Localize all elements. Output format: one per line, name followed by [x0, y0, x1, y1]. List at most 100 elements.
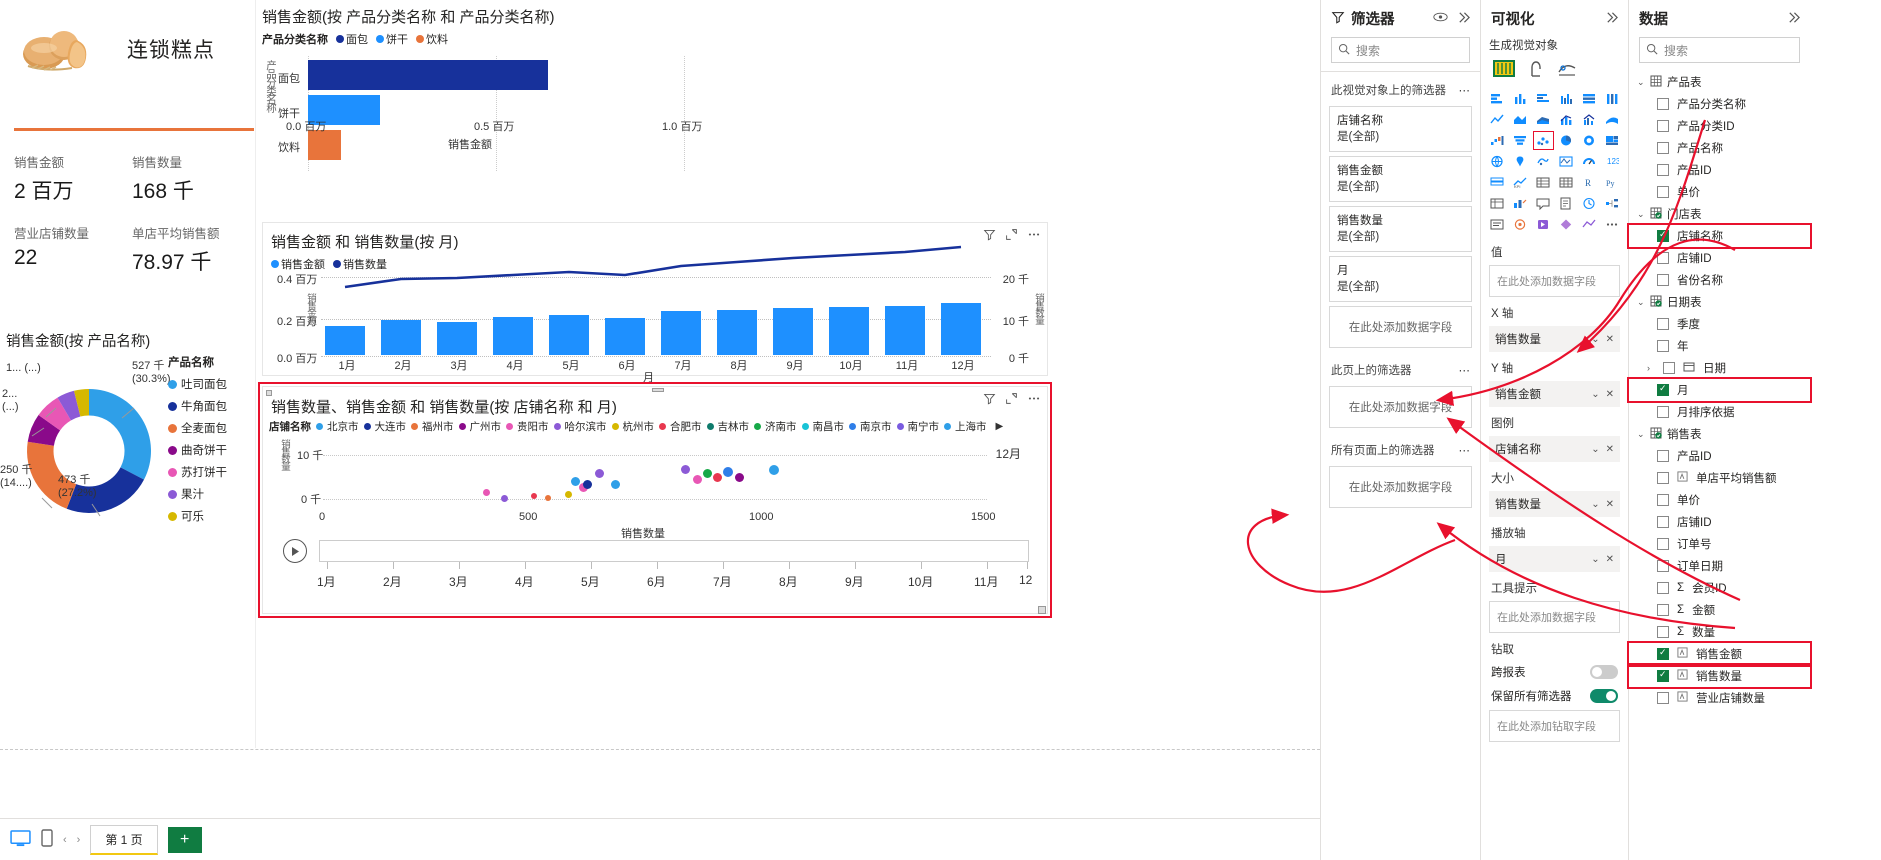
kpi-card-sales-qty[interactable]: 销售数量 168 千 [132, 152, 250, 205]
viz-qna-icon[interactable] [1533, 194, 1554, 213]
visual-filters-dropzone[interactable]: 在此处添加数据字段 [1329, 306, 1472, 348]
page-tab-1[interactable]: 第 1 页 [90, 825, 157, 855]
cross-report-row[interactable]: 跨报表 [1481, 660, 1628, 684]
scatter-point[interactable] [483, 489, 490, 496]
field-checkbox[interactable] [1657, 186, 1669, 198]
legend-item[interactable]: 上海市 [944, 419, 987, 434]
table-node-date[interactable]: ⌄ 日期表 [1629, 291, 1810, 313]
drill-dropzone[interactable]: 在此处添加钻取字段 [1489, 710, 1620, 742]
play-tick[interactable]: 6月 [647, 573, 666, 590]
legend-item[interactable]: 果汁 [168, 486, 258, 502]
legend-item[interactable]: 可乐 [168, 508, 258, 524]
scatter-point[interactable] [595, 469, 604, 478]
legend-item[interactable]: 北京市 [316, 419, 359, 434]
y-axis-field-pill[interactable]: 销售金额 ⌄✕ [1489, 381, 1620, 407]
field-checkbox[interactable] [1657, 692, 1669, 704]
chevron-down-icon[interactable]: ⌄ [1637, 77, 1645, 88]
column-mar[interactable] [437, 322, 477, 355]
filter-card-sales-amount[interactable]: 销售金额 是(全部) [1329, 156, 1472, 202]
viz-metrics-icon[interactable] [1578, 194, 1599, 213]
viz-slicer-icon[interactable] [1533, 173, 1554, 192]
legend-item[interactable]: 吉林市 [707, 419, 750, 434]
close-icon[interactable]: ✕ [1606, 554, 1614, 565]
build-visual-icon[interactable] [1493, 59, 1515, 81]
legend-item[interactable]: 杭州市 [612, 419, 655, 434]
visual-type-gallery[interactable]: 123 KPI R Py [1481, 87, 1628, 238]
viz-multirow-card-icon[interactable] [1487, 173, 1508, 192]
scatter-point[interactable] [565, 491, 572, 498]
donut-chart-visual[interactable]: 527 千(30.3%) 1... (...) 2...(...) 250 千(… [0, 352, 256, 552]
column-may[interactable] [549, 315, 589, 355]
page-filters-dropzone[interactable]: 在此处添加数据字段 [1329, 386, 1472, 428]
scatter-point[interactable] [723, 467, 733, 477]
field-node[interactable]: 营业店铺数量 [1629, 687, 1810, 709]
viz-clustered-bar-icon[interactable] [1533, 89, 1554, 108]
viz-kpi-icon[interactable]: KPI [1510, 173, 1531, 192]
play-axis-slider[interactable] [319, 540, 1029, 562]
viz-line-stacked-column-icon[interactable] [1556, 110, 1577, 129]
field-node[interactable]: 季度 [1629, 313, 1810, 335]
field-checkbox[interactable] [1657, 472, 1669, 484]
viz-stacked-area-icon[interactable] [1533, 110, 1554, 129]
scatter-point[interactable] [501, 495, 508, 502]
table-node-product[interactable]: ⌄ 产品表 [1629, 71, 1810, 93]
viz-r-script-icon[interactable]: R [1578, 173, 1599, 192]
resize-handle-tl[interactable] [266, 390, 272, 396]
field-node[interactable]: 店铺ID [1629, 511, 1810, 533]
filter-card-month[interactable]: 月 是(全部) [1329, 256, 1472, 302]
viz-ribbon-chart-icon[interactable] [1601, 110, 1622, 129]
resize-handle-br[interactable] [1038, 606, 1046, 614]
collapse-pane-icon[interactable] [1605, 11, 1618, 27]
viz-get-more-visuals-icon[interactable] [1556, 215, 1577, 234]
viz-key-influencers-icon[interactable] [1510, 194, 1531, 213]
field-node[interactable]: Σ金额 [1629, 599, 1810, 621]
format-visual-icon[interactable] [1527, 59, 1545, 81]
size-field-pill[interactable]: 销售数量 ⌄✕ [1489, 491, 1620, 517]
viz-100-stacked-column-icon[interactable] [1601, 89, 1622, 108]
legend-item[interactable]: 苏打饼干 [168, 464, 258, 480]
viz-scatter-chart-icon[interactable] [1533, 131, 1554, 150]
column-oct[interactable] [829, 307, 869, 355]
field-checkbox[interactable] [1657, 538, 1669, 550]
field-node[interactable]: 单价 [1629, 489, 1810, 511]
legend-item[interactable]: 济南市 [754, 419, 797, 434]
field-checkbox[interactable] [1657, 626, 1669, 638]
column-nov[interactable] [885, 306, 925, 355]
legend-item[interactable]: 广州市 [459, 419, 502, 434]
legend-item[interactable]: 曲奇饼干 [168, 442, 258, 458]
field-node[interactable]: 产品ID [1629, 159, 1810, 181]
chevron-down-icon[interactable]: ⌄ [1591, 334, 1599, 345]
column-apr[interactable] [493, 317, 533, 355]
field-node[interactable]: 订单号 [1629, 533, 1810, 555]
resize-handle-top[interactable] [652, 388, 664, 392]
field-checkbox[interactable] [1657, 164, 1669, 176]
field-checkbox[interactable] [1657, 560, 1669, 572]
field-checkbox[interactable] [1657, 384, 1669, 396]
bar-series-drink[interactable] [308, 130, 341, 160]
viz-line-chart-icon[interactable] [1487, 110, 1508, 129]
scatter-point[interactable] [735, 473, 744, 482]
column-jul[interactable] [661, 311, 701, 355]
field-checkbox[interactable] [1657, 318, 1669, 330]
close-icon[interactable]: ✕ [1606, 389, 1614, 400]
legend-item[interactable]: 吐司面包 [168, 376, 258, 392]
viz-decomposition-tree-icon[interactable] [1601, 194, 1622, 213]
field-node-date-hierarchy[interactable]: › 日期 [1629, 357, 1810, 379]
filters-search-input[interactable]: 搜索 [1331, 37, 1470, 63]
column-dec[interactable] [941, 303, 981, 355]
legend-item[interactable]: 大连市 [364, 419, 407, 434]
viz-stacked-column-icon[interactable] [1510, 89, 1531, 108]
desktop-view-icon[interactable] [10, 830, 31, 850]
field-checkbox[interactable] [1657, 142, 1669, 154]
viz-more-options-icon[interactable] [1601, 215, 1622, 234]
field-node[interactable]: 产品名称 [1629, 137, 1810, 159]
play-tick[interactable]: 12 [1019, 573, 1032, 587]
field-node[interactable]: Σ会员ID [1629, 577, 1810, 599]
play-axis-field-pill[interactable]: 月 ⌄✕ [1489, 546, 1620, 572]
chevron-down-icon[interactable]: ⌄ [1637, 209, 1645, 220]
scatter-point[interactable] [611, 480, 620, 489]
field-checkbox[interactable] [1657, 274, 1669, 286]
tooltip-dropzone[interactable]: 在此处添加数据字段 [1489, 601, 1620, 633]
legend-next-arrow-icon[interactable]: ▶ [996, 421, 1004, 432]
legend-item[interactable]: 南京市 [849, 419, 892, 434]
